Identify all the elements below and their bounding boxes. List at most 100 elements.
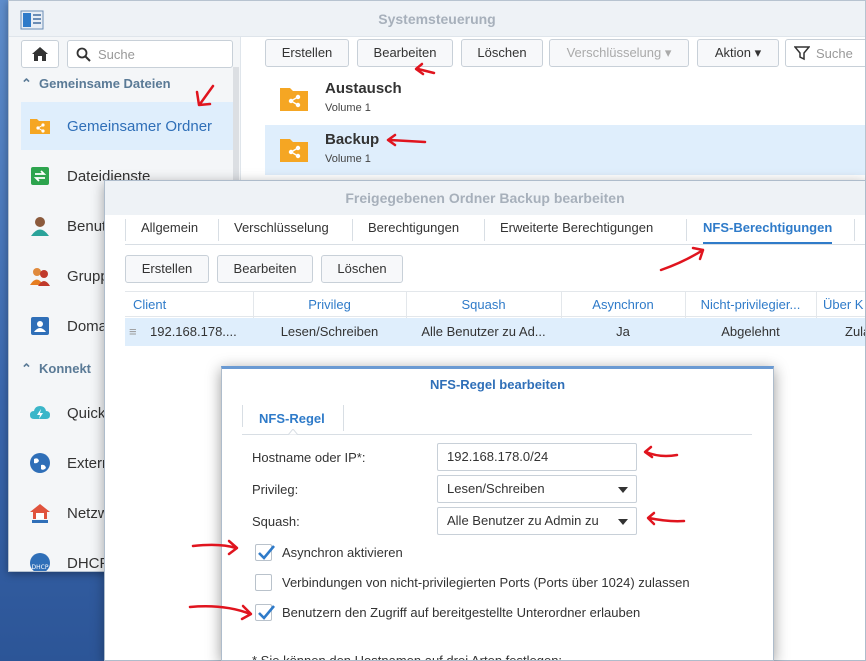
action-dropdown[interactable]: Aktion ▾ — [697, 39, 779, 67]
cell-squash: Alle Benutzer zu Ad... — [421, 324, 546, 339]
privilege-select[interactable]: Lesen/Schreiben — [437, 475, 637, 503]
caret-down-icon — [618, 487, 628, 493]
user-icon — [31, 217, 49, 236]
caret-down-icon: ▾ — [754, 45, 762, 60]
encryption-dropdown[interactable]: Verschlüsselung ▾ — [549, 39, 689, 67]
subfolder-access-checkbox[interactable] — [255, 604, 275, 621]
tab-separator — [352, 219, 353, 241]
subfolder-access-label[interactable]: Benutzern den Zugriff auf bereitgestellt… — [282, 605, 640, 620]
toolbar: Erstellen Bearbeiten Löschen Verschlüsse… — [265, 37, 865, 73]
sidebar-search-input[interactable]: Suche — [67, 40, 233, 68]
column-header-nonprivileged[interactable]: Nicht-privilegier... — [685, 297, 816, 312]
folder-name: Austausch — [325, 80, 402, 97]
shared-folder-icon — [30, 119, 50, 134]
folder-row[interactable]: Austausch Volume 1 — [265, 74, 865, 124]
tab-bar: NFS-Regel — [242, 401, 752, 435]
column-header-async[interactable]: Asynchron — [561, 297, 685, 312]
table-row[interactable]: ≡ 192.168.178.... Lesen/Schreiben Alle B… — [125, 318, 865, 346]
nfs-rules-table-header: Client Privileg Squash Asynchron Nicht-p… — [125, 291, 865, 318]
window-titlebar: Systemsteuerung — [9, 1, 865, 37]
hostname-input[interactable]: 192.168.178.0/24 — [437, 443, 637, 471]
tab-separator — [242, 405, 243, 427]
shared-folder-icon — [280, 88, 308, 111]
tab-separator — [484, 219, 485, 241]
nonprivileged-ports-label[interactable]: Verbindungen von nicht-privilegierten Po… — [282, 575, 690, 590]
squash-selected-value: Alle Benutzer zu Admin zu — [447, 513, 599, 528]
nonprivileged-ports-checkbox[interactable] — [255, 574, 272, 591]
tab-bar: Allgemein Verschlüsselung Berechtigungen… — [125, 215, 865, 245]
hostname-footnote: * Sie können den Hostnamen auf drei Arte… — [252, 653, 563, 661]
caret-down-icon: ▾ — [664, 45, 672, 60]
nfs-rule-dialog: NFS-Regel bearbeiten NFS-Regel Hostname … — [221, 366, 774, 661]
privilege-selected-value: Lesen/Schreiben — [447, 481, 545, 496]
tab-separator — [854, 219, 855, 241]
tab-separator — [343, 405, 344, 431]
tab-encryption[interactable]: Verschlüsselung — [234, 220, 329, 244]
caret-down-icon — [618, 519, 628, 525]
checkmark-icon — [258, 545, 275, 560]
tab-general[interactable]: Allgemein — [141, 220, 198, 244]
shared-folder-icon — [280, 139, 308, 162]
folder-row-selected[interactable]: Backup Volume 1 — [265, 125, 865, 175]
window-title: Systemsteuerung — [378, 11, 496, 27]
squash-select[interactable]: Alle Benutzer zu Admin zu — [437, 507, 637, 535]
toolbar-search-input[interactable]: Suche — [785, 39, 865, 67]
column-header-client[interactable]: Client — [133, 297, 166, 312]
nfs-delete-button[interactable]: Löschen — [321, 255, 403, 283]
column-separator — [816, 292, 817, 318]
folder-name: Backup — [325, 131, 380, 148]
checkmark-icon — [258, 605, 275, 620]
create-button[interactable]: Erstellen — [265, 39, 349, 67]
cell-cross-mount: Zula — [845, 324, 865, 339]
home-icon — [32, 47, 48, 61]
dialog-title: NFS-Regel bearbeiten — [429, 377, 566, 392]
chevron-up-icon: ⌃ — [21, 76, 32, 91]
dialog-title: Freigegebenen Ordner Backup bearbeiten — [105, 181, 865, 215]
control-panel-app-icon — [20, 10, 44, 30]
sidebar-item-label: Gemeinsamer Ordner — [67, 117, 213, 135]
nfs-edit-button[interactable]: Bearbeiten — [217, 255, 313, 283]
filter-icon — [794, 46, 810, 61]
cell-privilege: Lesen/Schreiben — [280, 324, 379, 339]
column-header-squash[interactable]: Squash — [406, 297, 561, 312]
sidebar-item-shared-folder[interactable]: Gemeinsamer Ordner — [21, 102, 233, 150]
tab-separator — [125, 219, 126, 241]
file-services-icon — [31, 167, 49, 185]
tab-separator — [218, 219, 219, 241]
privilege-label: Privileg: — [252, 482, 299, 497]
cell-async: Ja — [616, 324, 630, 339]
section-connectivity[interactable]: ⌃ Konnekt — [21, 359, 91, 379]
external-access-icon — [30, 453, 50, 473]
network-icon — [30, 504, 50, 523]
home-button[interactable] — [21, 40, 59, 68]
folder-volume: Volume 1 — [325, 153, 371, 165]
delete-button[interactable]: Löschen — [461, 39, 543, 67]
async-checkbox[interactable] — [255, 544, 275, 561]
async-checkbox-label[interactable]: Asynchron aktivieren — [282, 545, 403, 560]
squash-label: Squash: — [252, 514, 300, 529]
hostname-label: Hostname oder IP*: — [252, 450, 366, 465]
tab-separator — [686, 219, 687, 241]
cell-client: 192.168.178.... — [150, 324, 237, 339]
svg-text:DHCP: DHCP — [32, 564, 49, 571]
group-icon — [30, 268, 50, 286]
active-tab-caret — [288, 429, 298, 435]
toolbar-search-placeholder: Suche — [816, 46, 853, 61]
chevron-up-icon: ⌃ — [21, 361, 32, 376]
nfs-create-button[interactable]: Erstellen — [125, 255, 209, 283]
tab-nfs-rule[interactable]: NFS-Regel — [259, 411, 325, 426]
edit-button[interactable]: Bearbeiten — [357, 39, 453, 67]
column-header-privilege[interactable]: Privileg — [253, 297, 406, 312]
folder-volume: Volume 1 — [325, 102, 371, 114]
dhcp-icon: DHCP — [30, 553, 50, 571]
tab-advanced-permissions[interactable]: Erweiterte Berechtigungen — [500, 220, 653, 244]
section-shared-files[interactable]: ⌃ Gemeinsame Dateien — [21, 74, 171, 94]
domain-icon — [31, 317, 49, 335]
drag-handle-icon[interactable]: ≡ — [129, 324, 137, 339]
cell-nonprivileged: Abgelehnt — [721, 324, 780, 339]
search-icon — [76, 47, 91, 62]
tab-permissions[interactable]: Berechtigungen — [368, 220, 459, 244]
sidebar-search-placeholder: Suche — [98, 47, 135, 62]
tab-nfs-permissions[interactable]: NFS-Berechtigungen — [703, 220, 833, 244]
column-header-cross-mount[interactable]: Über K — [823, 297, 863, 312]
